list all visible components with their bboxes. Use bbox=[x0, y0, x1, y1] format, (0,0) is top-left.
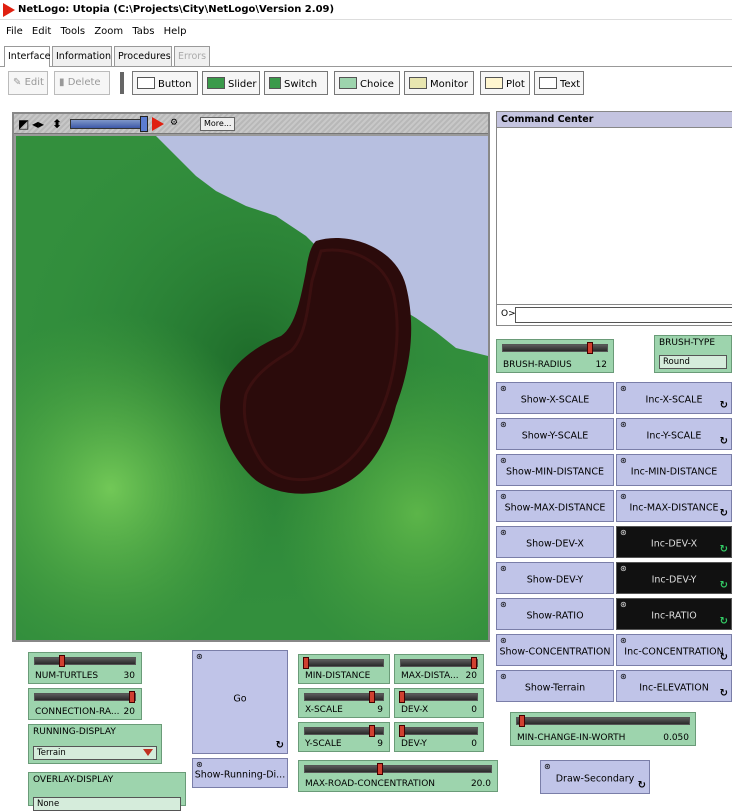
toolbar-separator bbox=[120, 72, 124, 94]
brush-radius-slider[interactable]: BRUSH-RADIUS 12 bbox=[496, 339, 614, 373]
running-display-chooser[interactable]: RUNNING-DISPLAY Terrain bbox=[28, 724, 162, 764]
num-turtles-slider[interactable]: NUM-TURTLES 30 bbox=[28, 652, 142, 684]
edit-button[interactable]: ✎ Edit bbox=[8, 71, 48, 95]
text-widget-icon bbox=[539, 77, 557, 89]
more-button[interactable]: More... bbox=[200, 117, 236, 131]
show-terrain-button[interactable]: ⊛ Show-Terrain bbox=[496, 670, 614, 702]
graphics-window[interactable]: ◩ ◂▸ ⬍ ⚙ More... bbox=[12, 112, 490, 642]
inc-max-distance-button[interactable]: ⊛ Inc-MAX-DISTANCE ↻ bbox=[616, 490, 732, 522]
max-distance-slider[interactable]: MAX-DISTA... 20 bbox=[394, 654, 484, 684]
menu-tabs[interactable]: Tabs bbox=[132, 26, 154, 37]
inc-dev-x-button[interactable]: ⊛ Inc-DEV-X ↻ bbox=[616, 526, 732, 558]
plot-widget-icon bbox=[485, 77, 503, 89]
show-x-scale-button[interactable]: ⊛ Show-X-SCALE bbox=[496, 382, 614, 414]
forever-icon: ↻ bbox=[719, 436, 728, 447]
go-button[interactable]: ⊛ Go ↻ bbox=[192, 650, 288, 754]
graphics-canvas[interactable] bbox=[16, 136, 488, 640]
inc-min-distance-button[interactable]: ⊛ Inc-MIN-DISTANCE bbox=[616, 454, 732, 486]
resize-vertical-icon[interactable]: ⬍ bbox=[52, 117, 62, 131]
show-dev-x-button[interactable]: ⊛ Show-DEV-X bbox=[496, 526, 614, 558]
toolbar: ✎ Edit ▮ Delete Button Slider Switch Cho… bbox=[0, 66, 732, 98]
show-y-scale-button[interactable]: ⊛ Show-Y-SCALE bbox=[496, 418, 614, 450]
forever-icon: ↻ bbox=[719, 652, 728, 663]
speed-slider-knob[interactable] bbox=[140, 116, 148, 132]
add-text-tool[interactable]: Text bbox=[534, 71, 584, 95]
add-monitor-tool[interactable]: Monitor bbox=[404, 71, 474, 95]
brush-type-chooser[interactable]: BRUSH-TYPE Round bbox=[654, 335, 732, 373]
add-slider-tool[interactable]: Slider bbox=[202, 71, 260, 95]
menu-zoom[interactable]: Zoom bbox=[94, 26, 123, 37]
switch-widget-icon bbox=[269, 77, 281, 89]
slider-widget-icon bbox=[207, 77, 225, 89]
delete-button[interactable]: ▮ Delete bbox=[54, 71, 110, 95]
tab-interface[interactable]: Interface bbox=[4, 46, 51, 67]
x-scale-slider[interactable]: X-SCALE 9 bbox=[298, 688, 390, 718]
overlay-display-chooser[interactable]: OVERLAY-DISPLAY None bbox=[28, 772, 186, 811]
title-bar: NetLogo: Utopia (C:\Projects\City\NetLog… bbox=[0, 0, 732, 20]
inc-elevation-button[interactable]: ⊛ Inc-ELEVATION ↻ bbox=[616, 670, 732, 702]
run-arrow-icon bbox=[152, 117, 164, 131]
dev-x-slider[interactable]: DEV-X 0 bbox=[394, 688, 484, 718]
terrain-view bbox=[16, 136, 488, 640]
graphics-toolbar: ◩ ◂▸ ⬍ ⚙ More... bbox=[14, 114, 488, 134]
min-distance-slider[interactable]: MIN-DISTANCE bbox=[298, 654, 390, 684]
resize-horizontal-icon[interactable]: ◂▸ bbox=[32, 117, 44, 131]
menu-tools[interactable]: Tools bbox=[60, 26, 85, 37]
trash-icon: ▮ bbox=[59, 77, 65, 88]
inc-dev-y-button[interactable]: ⊛ Inc-DEV-Y ↻ bbox=[616, 562, 732, 594]
add-button-tool[interactable]: Button bbox=[132, 71, 198, 95]
netlogo-logo-icon bbox=[3, 3, 15, 17]
forever-icon: ↻ bbox=[719, 616, 728, 627]
window-title: NetLogo: Utopia (C:\Projects\City\NetLog… bbox=[18, 4, 335, 15]
show-min-distance-button[interactable]: ⊛ Show-MIN-DISTANCE bbox=[496, 454, 614, 486]
command-input[interactable] bbox=[515, 307, 732, 323]
menu-bar: File Edit Tools Zoom Tabs Help bbox=[0, 22, 732, 42]
forever-icon: ↻ bbox=[719, 544, 728, 555]
inc-concentration-button[interactable]: ⊛ Inc-CONCENTRATION ↻ bbox=[616, 634, 732, 666]
command-center: Command Center O> bbox=[496, 111, 732, 326]
dev-y-slider[interactable]: DEV-Y 0 bbox=[394, 722, 484, 752]
button-widget-icon bbox=[137, 77, 155, 89]
draw-secondary-button[interactable]: ⊛ Draw-Secondary ↻ bbox=[540, 760, 650, 794]
command-input-row: O> bbox=[497, 304, 732, 324]
forever-icon: ↻ bbox=[275, 740, 284, 751]
forever-icon: ↻ bbox=[719, 508, 728, 519]
connection-radius-slider[interactable]: CONNECTION-RA... 20 bbox=[28, 688, 142, 720]
chooser-widget-icon bbox=[339, 77, 357, 89]
speed-slider[interactable] bbox=[70, 119, 144, 129]
show-max-distance-button[interactable]: ⊛ Show-MAX-DISTANCE bbox=[496, 490, 614, 522]
add-plot-tool[interactable]: Plot bbox=[480, 71, 530, 95]
menu-file[interactable]: File bbox=[6, 26, 23, 37]
observer-prompt[interactable]: O> bbox=[501, 309, 516, 319]
forever-icon: ↻ bbox=[719, 400, 728, 411]
tab-procedures[interactable]: Procedures bbox=[114, 46, 172, 66]
y-scale-slider[interactable]: Y-SCALE 9 bbox=[298, 722, 390, 752]
command-center-title: Command Center bbox=[497, 112, 732, 128]
show-dev-y-button[interactable]: ⊛ Show-DEV-Y bbox=[496, 562, 614, 594]
menu-help[interactable]: Help bbox=[164, 26, 187, 37]
show-running-display-button[interactable]: ⊛ Show-Running-Di... bbox=[192, 758, 288, 788]
min-change-in-worth-slider[interactable]: MIN-CHANGE-IN-WORTH 0.050 bbox=[510, 712, 696, 746]
inc-x-scale-button[interactable]: ⊛ Inc-X-SCALE ↻ bbox=[616, 382, 732, 414]
tab-information[interactable]: Information bbox=[52, 46, 112, 66]
inc-y-scale-button[interactable]: ⊛ Inc-Y-SCALE ↻ bbox=[616, 418, 732, 450]
forever-icon: ↻ bbox=[637, 780, 646, 791]
pencil-icon: ✎ bbox=[13, 77, 22, 88]
chevron-down-icon bbox=[143, 749, 153, 756]
show-concentration-button[interactable]: ⊛ Show-CONCENTRATION bbox=[496, 634, 614, 666]
monitor-widget-icon bbox=[409, 77, 427, 89]
display-switch-icon[interactable]: ⚙ bbox=[170, 118, 178, 128]
fullscreen-icon[interactable]: ◩ bbox=[18, 117, 29, 131]
max-road-concentration-slider[interactable]: MAX-ROAD-CONCENTRATION 20.0 bbox=[298, 760, 498, 792]
inc-ratio-button[interactable]: ⊛ Inc-RATIO ↻ bbox=[616, 598, 732, 630]
forever-icon: ↻ bbox=[719, 580, 728, 591]
show-ratio-button[interactable]: ⊛ Show-RATIO bbox=[496, 598, 614, 630]
slider-knob[interactable] bbox=[587, 342, 593, 354]
forever-icon: ↻ bbox=[719, 688, 728, 699]
tab-errors[interactable]: Errors bbox=[174, 46, 210, 66]
menu-edit[interactable]: Edit bbox=[32, 26, 51, 37]
add-choice-tool[interactable]: Choice bbox=[334, 71, 400, 95]
add-switch-tool[interactable]: Switch bbox=[264, 71, 328, 95]
